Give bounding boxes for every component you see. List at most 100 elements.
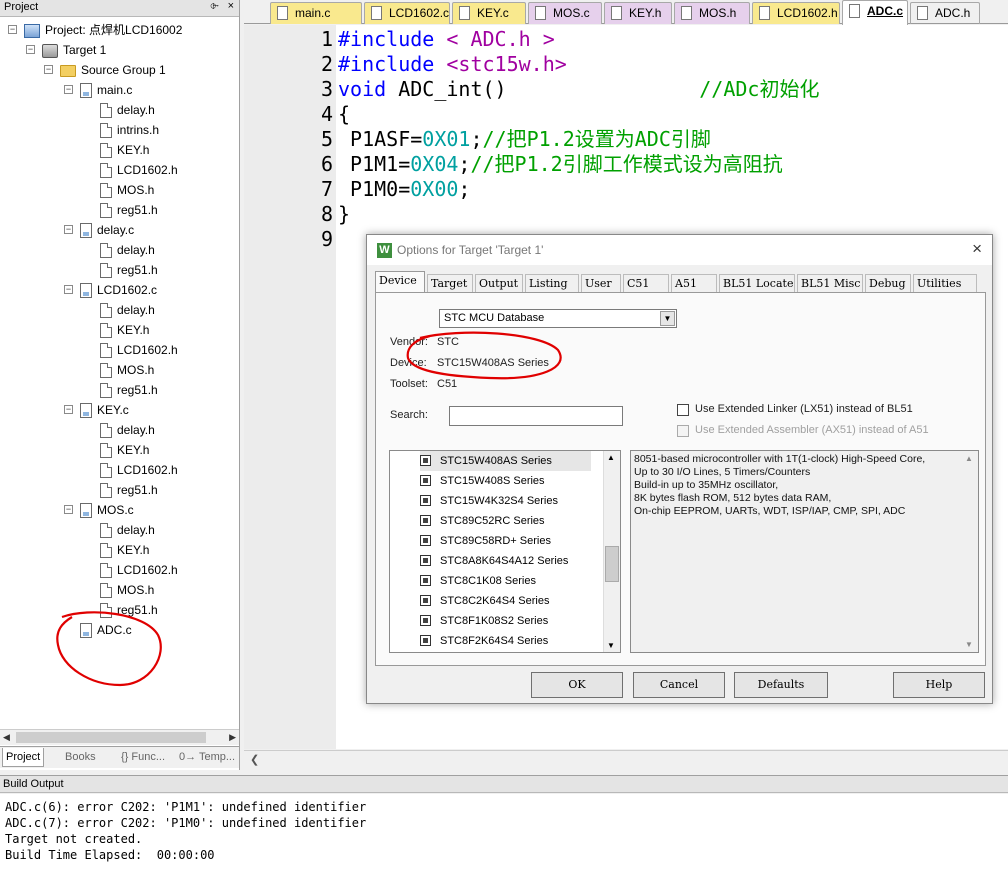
editor-tab[interactable]: ADC.c [842,0,908,25]
dialog-tab[interactable]: Debug [865,274,911,293]
tree-file[interactable]: − LCD1602.c [64,280,157,300]
tree-header-file[interactable]: reg51.h [100,380,158,400]
editor-tab[interactable]: LCD1602.h [752,2,840,24]
code-line[interactable]: 3 void ADC_int() //ADc初始化 [244,77,820,102]
editor-horizontal-scrollbar[interactable]: ❮ [244,750,1008,768]
tree-header-file[interactable]: LCD1602.h [100,160,178,180]
editor-tab[interactable]: KEY.h [604,2,672,24]
defaults-button[interactable]: Defaults [734,672,828,698]
collapse-icon[interactable]: − [8,25,17,34]
scroll-right-icon[interactable]: ▶ [229,732,236,743]
tree-header-file[interactable]: reg51.h [100,260,158,280]
code-line[interactable]: 4{ [244,102,350,127]
build-output-panel[interactable]: ADC.c(6): error C202: 'P1M1': undefined … [0,794,1008,870]
tree-target[interactable]: − Target 1 [26,40,106,60]
collapse-icon[interactable]: − [44,65,53,74]
tree-file[interactable]: − main.c [64,80,132,100]
dialog-tab[interactable]: Target [427,274,473,293]
tree-header-file[interactable]: MOS.h [100,180,154,200]
tree-header-file[interactable]: reg51.h [100,600,158,620]
tree-header-file[interactable]: KEY.h [100,140,149,160]
device-list-item[interactable]: STC8F1K08S2 Series [420,611,548,631]
collapse-icon[interactable]: − [64,285,73,294]
tree-file[interactable]: ADC.c [80,620,132,640]
device-list-item[interactable]: STC15W4K32S4 Series [420,491,558,511]
dialog-tab[interactable]: User [581,274,621,293]
cancel-button[interactable]: Cancel [633,672,725,698]
tree-header-file[interactable]: delay.h [100,100,155,120]
tree-header-file[interactable]: intrins.h [100,120,159,140]
code-line[interactable]: 7 P1M0=0X00; [244,177,471,202]
dialog-tab[interactable]: Device [375,271,425,294]
tree-header-file[interactable]: KEY.h [100,540,149,560]
tree-header-file[interactable]: delay.h [100,240,155,260]
device-list-item[interactable]: STC8A8K64S4A12 Series [420,551,568,571]
dialog-tab[interactable]: C51 [623,274,669,293]
scroll-left-icon[interactable]: ◀ [3,732,10,743]
scrollbar-thumb[interactable] [16,732,206,743]
dialog-tab[interactable]: BL51 Locate [719,274,795,293]
help-button[interactable]: Help [893,672,985,698]
device-list-item[interactable]: STC8C1K08 Series [420,571,536,591]
dialog-tab[interactable]: Listing [525,274,579,293]
collapse-icon[interactable]: − [64,85,73,94]
code-line[interactable]: 1 #include < ADC.h > [244,27,555,52]
device-list-item[interactable]: STC89C52RC Series [420,511,545,531]
tree-header-file[interactable]: LCD1602.h [100,340,178,360]
collapse-icon[interactable]: − [26,45,35,54]
ok-button[interactable]: OK [531,672,623,698]
tree-header-file[interactable]: KEY.h [100,320,149,340]
database-select[interactable]: STC MCU Database ▼ [439,309,677,328]
tree-header-file[interactable]: MOS.h [100,580,154,600]
tree-project[interactable]: − Project: 点焊机LCD16002 [8,20,182,40]
editor-tab[interactable]: LCD1602.c [364,2,450,24]
tree-source-group[interactable]: − Source Group 1 [44,60,166,80]
collapse-icon[interactable]: − [64,225,73,234]
scroll-left-icon[interactable]: ❮ [250,753,259,766]
scrollbar-thumb[interactable] [605,546,619,582]
code-line[interactable]: 2 #include <stc15w.h> [244,52,567,77]
chevron-down-icon[interactable]: ▼ [660,311,675,326]
dialog-tab[interactable]: Utilities [913,274,977,293]
collapse-icon[interactable]: − [64,505,73,514]
collapse-icon[interactable]: − [64,405,73,414]
device-list-item[interactable]: STC15W408S Series [420,471,545,491]
code-line[interactable]: 5 P1ASF=0X01;//把P1.2设置为ADC引脚 [244,127,711,152]
tree-file[interactable]: − delay.c [64,220,134,240]
tree-file[interactable]: − MOS.c [64,500,134,520]
tree-header-file[interactable]: delay.h [100,300,155,320]
editor-tab[interactable]: MOS.c [528,2,602,24]
device-list-item[interactable]: STC15W408AS Series [420,451,591,471]
editor-tab[interactable]: ADC.h [910,2,980,24]
tab-templates[interactable]: 0→ Temp... [176,748,238,767]
code-line[interactable]: 8} [244,202,350,227]
code-line[interactable]: 6 P1M1=0X04;//把P1.2引脚工作模式设为高阻抗 [244,152,783,177]
editor-tab[interactable]: main.c [270,2,362,24]
project-horizontal-scrollbar[interactable]: ◀ ▶ [0,729,239,745]
device-list[interactable]: STC15W408AS Series STC15W408S Series STC15… [389,450,621,653]
tree-header-file[interactable]: MOS.h [100,360,154,380]
dialog-tab[interactable]: Output [475,274,523,293]
tab-project[interactable]: Project [2,748,45,767]
dialog-titlebar[interactable]: W Options for Target 'Target 1' × [367,235,992,265]
dialog-tab[interactable]: A51 [671,274,717,293]
tree-header-file[interactable]: reg51.h [100,480,158,500]
tree-header-file[interactable]: LCD1602.h [100,460,178,480]
tab-books[interactable]: Books [62,748,99,767]
scroll-down-icon[interactable]: ▼ [607,641,615,650]
search-input[interactable] [449,406,623,426]
device-list-item[interactable]: STC8F2K64S4 Series [420,631,548,651]
editor-tab[interactable]: MOS.h [674,2,750,24]
scroll-up-icon[interactable]: ▲ [607,453,615,462]
tab-functions[interactable]: {} Func... [118,748,168,767]
tree-header-file[interactable]: LCD1602.h [100,560,178,580]
device-list-scrollbar[interactable]: ▲ ▼ [603,451,620,652]
tree-header-file[interactable]: delay.h [100,520,155,540]
device-list-item[interactable]: STC89C58RD+ Series [420,531,551,551]
close-icon[interactable]: × [228,0,234,12]
tree-file[interactable]: − KEY.c [64,400,129,420]
code-line[interactable]: 9 [244,227,333,252]
device-list-item[interactable]: STC8C2K64S4 Series [420,591,549,611]
close-icon[interactable]: × [972,239,982,259]
tree-header-file[interactable]: reg51.h [100,200,158,220]
